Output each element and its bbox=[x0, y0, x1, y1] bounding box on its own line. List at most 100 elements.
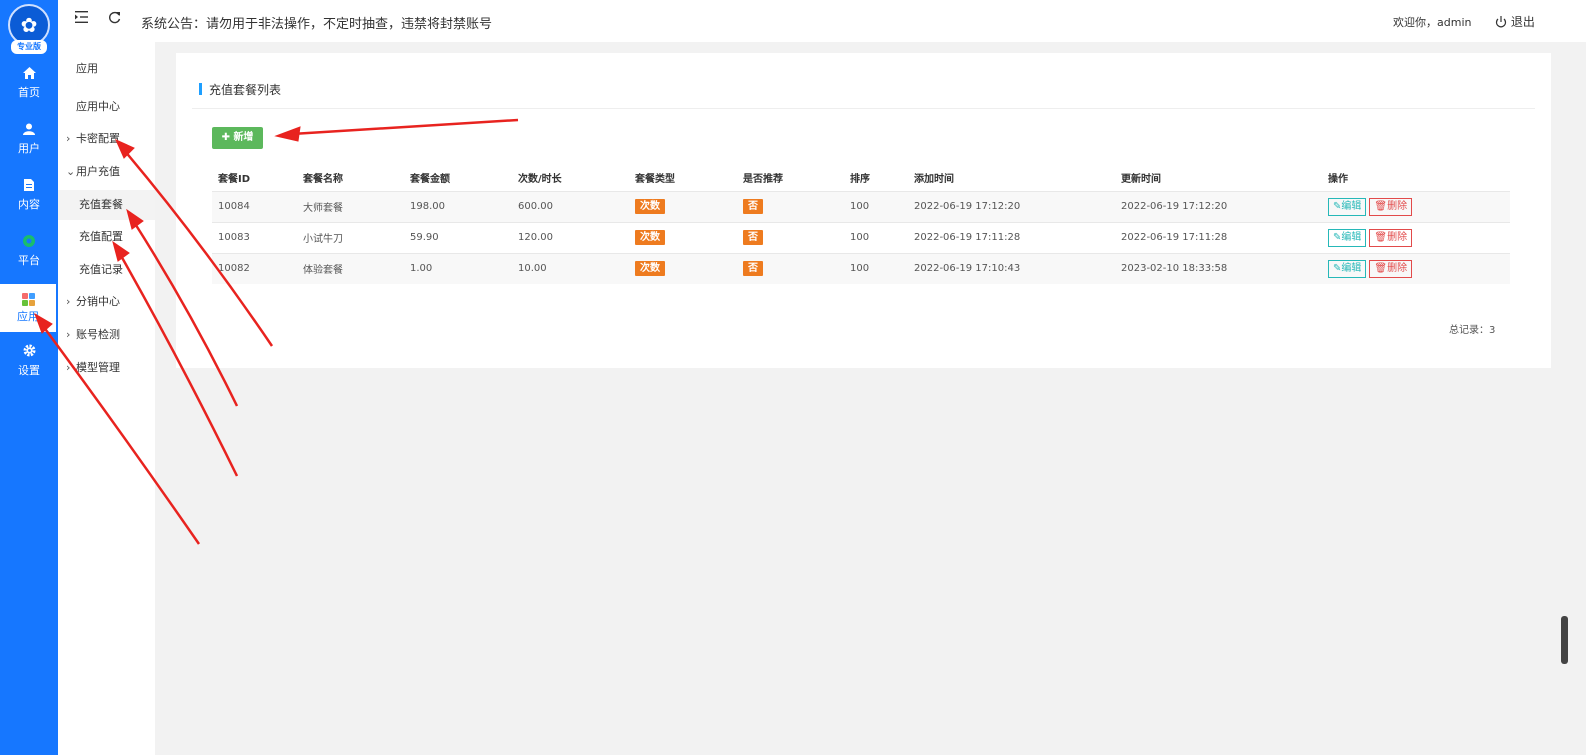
cell-updated: 2022-06-19 17:11:28 bbox=[1115, 221, 1322, 253]
welcome-text: 欢迎你，admin bbox=[1393, 16, 1472, 29]
rail-item-content[interactable]: 内容 bbox=[0, 172, 58, 220]
cell-id: 10082 bbox=[212, 252, 297, 284]
chevron-right-icon: › bbox=[66, 295, 71, 308]
type-badge: 次数 bbox=[635, 261, 665, 277]
submenu-item-user-recharge[interactable]: ⌄用户充值 bbox=[58, 157, 155, 187]
submenu-item-account-check[interactable]: › 账号检测 bbox=[58, 320, 155, 350]
cell-created: 2022-06-19 17:12:20 bbox=[908, 190, 1115, 222]
cell-type: 次数 bbox=[629, 252, 737, 284]
cell-type: 次数 bbox=[629, 190, 737, 222]
submenu-item-card-config[interactable]: › 卡密配置 bbox=[58, 124, 155, 154]
cell-id: 10083 bbox=[212, 221, 297, 253]
package-list-panel: 充值套餐列表 ✚ 新增 套餐ID 套餐名称 套餐金额 次数/时长 套餐类型 是否… bbox=[176, 53, 1551, 368]
table-header-row: 套餐ID 套餐名称 套餐金额 次数/时长 套餐类型 是否推荐 排序 添加时间 更… bbox=[212, 165, 1510, 191]
edit-button[interactable]: ✎编辑 bbox=[1328, 197, 1367, 216]
rail-item-apps[interactable]: 应用 bbox=[0, 284, 56, 332]
logout-button[interactable]: 退出 bbox=[1495, 13, 1535, 30]
column-header: 操作 bbox=[1328, 174, 1348, 186]
table-row: 10084 大师套餐 198.00 600.00 次数 否 100 2022-0… bbox=[212, 190, 1510, 222]
submenu-title: 应用 bbox=[76, 62, 98, 75]
chevron-right-icon: › bbox=[66, 361, 71, 374]
rail-item-label: 用户 bbox=[18, 142, 40, 155]
delete-button[interactable]: 🗑删除 bbox=[1369, 259, 1413, 278]
cell-id: 10084 bbox=[212, 190, 297, 222]
title-accent-bar bbox=[199, 83, 202, 95]
add-button[interactable]: ✚ 新增 bbox=[212, 127, 263, 149]
total-count: 3 bbox=[1489, 325, 1496, 336]
refresh-icon[interactable] bbox=[108, 11, 121, 28]
submenu-item-recharge-config[interactable]: 充值配置 bbox=[58, 222, 155, 252]
column-header: 套餐类型 bbox=[635, 174, 675, 186]
column-header: 套餐名称 bbox=[303, 174, 343, 186]
rail-item-label: 平台 bbox=[18, 254, 40, 267]
system-notice: 系统公告：请勿用于非法操作，不定时抽查，违禁将封禁账号 bbox=[141, 17, 493, 32]
document-icon bbox=[0, 178, 58, 198]
package-table: 套餐ID 套餐名称 套餐金额 次数/时长 套餐类型 是否推荐 排序 添加时间 更… bbox=[212, 165, 1510, 284]
recommend-badge: 否 bbox=[743, 261, 763, 277]
submenu-item-distribution[interactable]: › 分销中心 bbox=[58, 287, 155, 317]
cell-recommend: 否 bbox=[737, 221, 844, 253]
logout-label: 退出 bbox=[1510, 15, 1535, 29]
rail-item-home[interactable]: 首页 bbox=[0, 60, 58, 108]
rail-item-users[interactable]: 用户 bbox=[0, 116, 58, 164]
cell-count: 10.00 bbox=[512, 252, 629, 284]
app-logo: ✿ 专业版 bbox=[6, 4, 52, 54]
chevron-right-icon: › bbox=[66, 132, 71, 145]
submenu-item-recharge-packages[interactable]: 充值套餐 bbox=[58, 190, 155, 220]
column-header: 更新时间 bbox=[1121, 174, 1161, 186]
apps-grid-icon bbox=[0, 290, 56, 310]
cell-actions: ✎编辑 🗑删除 bbox=[1322, 190, 1510, 222]
column-header: 添加时间 bbox=[914, 174, 954, 186]
rail-item-platform[interactable]: 平台 bbox=[0, 228, 58, 276]
main-nav-rail: ✿ 专业版 首页 用户 内容 平台 应用 设置 bbox=[0, 0, 58, 755]
side-scroll-tab[interactable] bbox=[1561, 616, 1568, 664]
column-header: 套餐ID bbox=[218, 174, 251, 186]
cell-amount: 1.00 bbox=[404, 252, 512, 284]
total-records: 总记录：3 bbox=[1449, 325, 1496, 336]
cell-sort: 100 bbox=[844, 221, 908, 253]
cell-sort: 100 bbox=[844, 252, 908, 284]
cell-created: 2022-06-19 17:10:43 bbox=[908, 252, 1115, 284]
cell-created: 2022-06-19 17:11:28 bbox=[908, 221, 1115, 253]
edit-button[interactable]: ✎编辑 bbox=[1328, 259, 1367, 278]
cell-count: 120.00 bbox=[512, 221, 629, 253]
recommend-badge: 否 bbox=[743, 199, 763, 214]
submenu-item-app-center[interactable]: 应用中心 bbox=[58, 92, 155, 122]
rail-item-label: 设置 bbox=[18, 364, 40, 377]
submenu-item-model-management[interactable]: › 模型管理 bbox=[58, 353, 155, 383]
cell-actions: ✎编辑 🗑删除 bbox=[1322, 252, 1510, 284]
cell-updated: 2023-02-10 18:33:58 bbox=[1115, 252, 1322, 284]
cell-amount: 59.90 bbox=[404, 221, 512, 253]
home-icon bbox=[0, 66, 58, 86]
cell-actions: ✎编辑 🗑删除 bbox=[1322, 221, 1510, 253]
table-row: 10083 小试牛刀 59.90 120.00 次数 否 100 2022-06… bbox=[212, 221, 1510, 253]
app-submenu: 应用 应用中心 › 卡密配置 ⌄用户充值 充值套餐 充值配置 充值记录 › 分销中心… bbox=[58, 42, 155, 755]
cell-updated: 2022-06-19 17:12:20 bbox=[1115, 190, 1322, 222]
column-header: 排序 bbox=[850, 174, 870, 186]
column-header: 套餐金额 bbox=[410, 174, 450, 186]
column-header: 次数/时长 bbox=[518, 174, 562, 186]
platform-icon bbox=[0, 234, 58, 254]
cell-name: 体验套餐 bbox=[297, 252, 404, 284]
logo-badge: 专业版 bbox=[11, 40, 47, 54]
table-row: 10082 体验套餐 1.00 10.00 次数 否 100 2022-06-1… bbox=[212, 252, 1510, 284]
column-header: 是否推荐 bbox=[743, 174, 783, 186]
edit-button[interactable]: ✎编辑 bbox=[1328, 228, 1367, 247]
cell-recommend: 否 bbox=[737, 252, 844, 284]
cell-recommend: 否 bbox=[737, 190, 844, 222]
cell-name: 小试牛刀 bbox=[297, 221, 404, 253]
plus-icon: ✚ bbox=[221, 132, 230, 143]
recommend-badge: 否 bbox=[743, 230, 763, 245]
collapse-menu-icon[interactable] bbox=[75, 11, 88, 27]
gear-icon bbox=[0, 344, 58, 364]
delete-button[interactable]: 🗑删除 bbox=[1369, 228, 1413, 247]
rail-item-label: 首页 bbox=[18, 86, 40, 99]
user-icon bbox=[0, 122, 58, 142]
submenu-item-recharge-records[interactable]: 充值记录 bbox=[58, 255, 155, 285]
power-icon bbox=[1495, 16, 1507, 28]
trash-icon: 🗑 bbox=[1374, 200, 1388, 212]
type-badge: 次数 bbox=[635, 199, 665, 214]
delete-button[interactable]: 🗑删除 bbox=[1369, 197, 1413, 216]
rail-item-settings[interactable]: 设置 bbox=[0, 338, 58, 386]
panel-header: 充值套餐列表 bbox=[192, 80, 1535, 109]
